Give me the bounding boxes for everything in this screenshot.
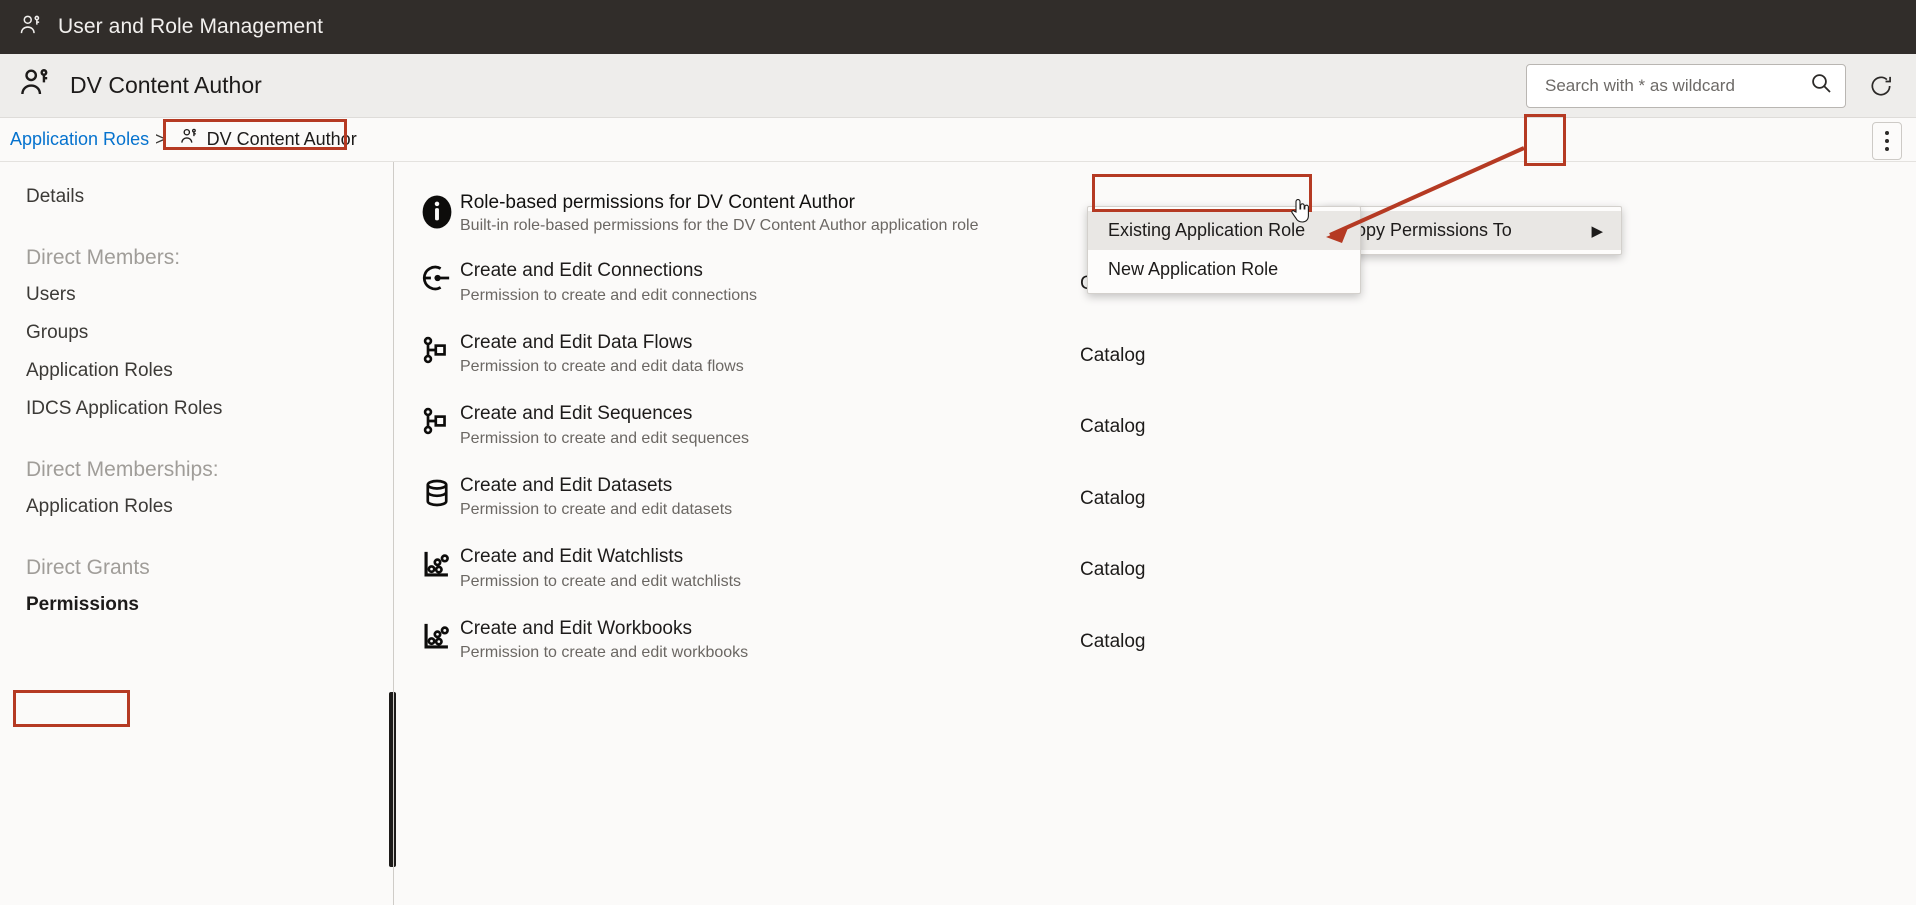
permission-text: Create and Edit Data Flows Permission to… [460,331,1080,379]
menu-item-label: New Application Role [1108,259,1278,280]
permission-name: Create and Edit Sequences [460,402,1080,426]
context-menu[interactable]: Copy Permissions To ▶ [1322,206,1622,255]
table-row[interactable]: Create and Edit Workbooks Permission to … [394,605,1916,677]
permission-scope: Catalog [1080,331,1146,367]
chevron-right-icon: ▶ [1591,222,1603,240]
permission-text: Create and Edit Connections Permission t… [460,259,1080,307]
app-bar: User and Role Management [0,0,1916,54]
breadcrumb-separator: > [155,129,166,150]
sidebar-item-permissions[interactable]: Permissions [0,586,393,624]
workbook-icon [414,617,460,653]
data-flow-icon [414,331,460,367]
permission-description: Permission to create and edit sequences [460,429,1080,450]
menu-item-copy-permissions-to[interactable]: Copy Permissions To ▶ [1323,211,1621,250]
permission-text: Create and Edit Watchlists Permission to… [460,545,1080,593]
breadcrumb-parent-link[interactable]: Application Roles [10,129,149,150]
permission-scope: Catalog [1080,617,1146,653]
app-title: User and Role Management [58,15,323,39]
permission-name: Create and Edit Data Flows [460,331,1080,355]
permission-description: Permission to create and edit datasets [460,500,1080,521]
info-description: Built-in role-based permissions for the … [460,217,1080,235]
search-box[interactable] [1526,64,1846,108]
menu-item-label: Copy Permissions To [1343,220,1512,241]
permission-description: Permission to create and edit connection… [460,286,1080,307]
table-row[interactable]: Create and Edit Data Flows Permission to… [394,319,1916,391]
page-body: Details Direct Members: Users Groups App… [0,162,1916,905]
kebab-menu-icon[interactable] [1872,122,1902,160]
table-row[interactable]: Create and Edit Sequences Permission to … [394,390,1916,462]
info-icon [414,192,460,230]
permission-scope: Catalog [1080,474,1146,510]
menu-item-existing-application-role[interactable]: Existing Application Role [1088,211,1360,250]
menu-item-label: Existing Application Role [1108,220,1305,241]
sequence-icon [414,402,460,438]
table-row[interactable]: Create and Edit Datasets Permission to c… [394,462,1916,534]
permission-name: Create and Edit Connections [460,259,1080,283]
permission-text: Create and Edit Workbooks Permission to … [460,617,1080,665]
permission-name: Create and Edit Datasets [460,474,1080,498]
permission-description: Permission to create and edit watchlists [460,572,1080,593]
sidebar-group-direct-grants: Direct Grants [0,548,393,586]
permission-name: Create and Edit Workbooks [460,617,1080,641]
table-row[interactable]: Create and Edit Watchlists Permission to… [394,533,1916,605]
connection-icon [414,259,460,295]
permission-name: Create and Edit Watchlists [460,545,1080,569]
permission-description: Permission to create and edit workbooks [460,643,1080,664]
role-title: DV Content Author [70,72,262,99]
search-icon[interactable] [1809,71,1833,100]
refresh-icon[interactable] [1868,73,1894,99]
kebab-dot [1885,147,1889,151]
permission-scope: Catalog [1080,545,1146,581]
kebab-dot [1885,139,1889,143]
info-title: Role-based permissions for DV Content Au… [460,192,1080,214]
sidebar-group-direct-members: Direct Members: [0,238,393,276]
search-input[interactable] [1543,75,1809,97]
sidebar-item-memberships-application-roles[interactable]: Application Roles [0,488,393,526]
sidebar: Details Direct Members: Users Groups App… [0,162,393,905]
permission-text: Create and Edit Sequences Permission to … [460,402,1080,450]
breadcrumb-current: DV Content Author [172,124,367,155]
permission-description: Permission to create and edit data flows [460,357,1080,378]
permission-text: Create and Edit Datasets Permission to c… [460,474,1080,522]
breadcrumb-current-label: DV Content Author [207,129,357,150]
pointing-hand-cursor [1289,196,1311,229]
role-header: DV Content Author [0,54,1916,118]
sidebar-item-application-roles[interactable]: Application Roles [0,352,393,390]
sidebar-item-details[interactable]: Details [0,178,393,216]
permission-scope: Catalog [1080,402,1146,438]
info-text: Role-based permissions for DV Content Au… [460,192,1080,235]
context-submenu[interactable]: Existing Application Role New Applicatio… [1087,206,1361,294]
watchlist-icon [414,545,460,581]
user-role-icon [180,127,199,151]
dataset-icon [414,474,460,510]
sidebar-item-users[interactable]: Users [0,276,393,314]
menu-item-new-application-role[interactable]: New Application Role [1088,250,1360,289]
sidebar-item-groups[interactable]: Groups [0,314,393,352]
sidebar-item-idcs-application-roles[interactable]: IDCS Application Roles [0,390,393,428]
user-role-icon [18,12,44,43]
kebab-dot [1885,131,1889,135]
sidebar-group-direct-memberships: Direct Memberships: [0,450,393,488]
breadcrumb: Application Roles > DV Content Author [0,118,1916,162]
user-role-icon [18,66,54,105]
